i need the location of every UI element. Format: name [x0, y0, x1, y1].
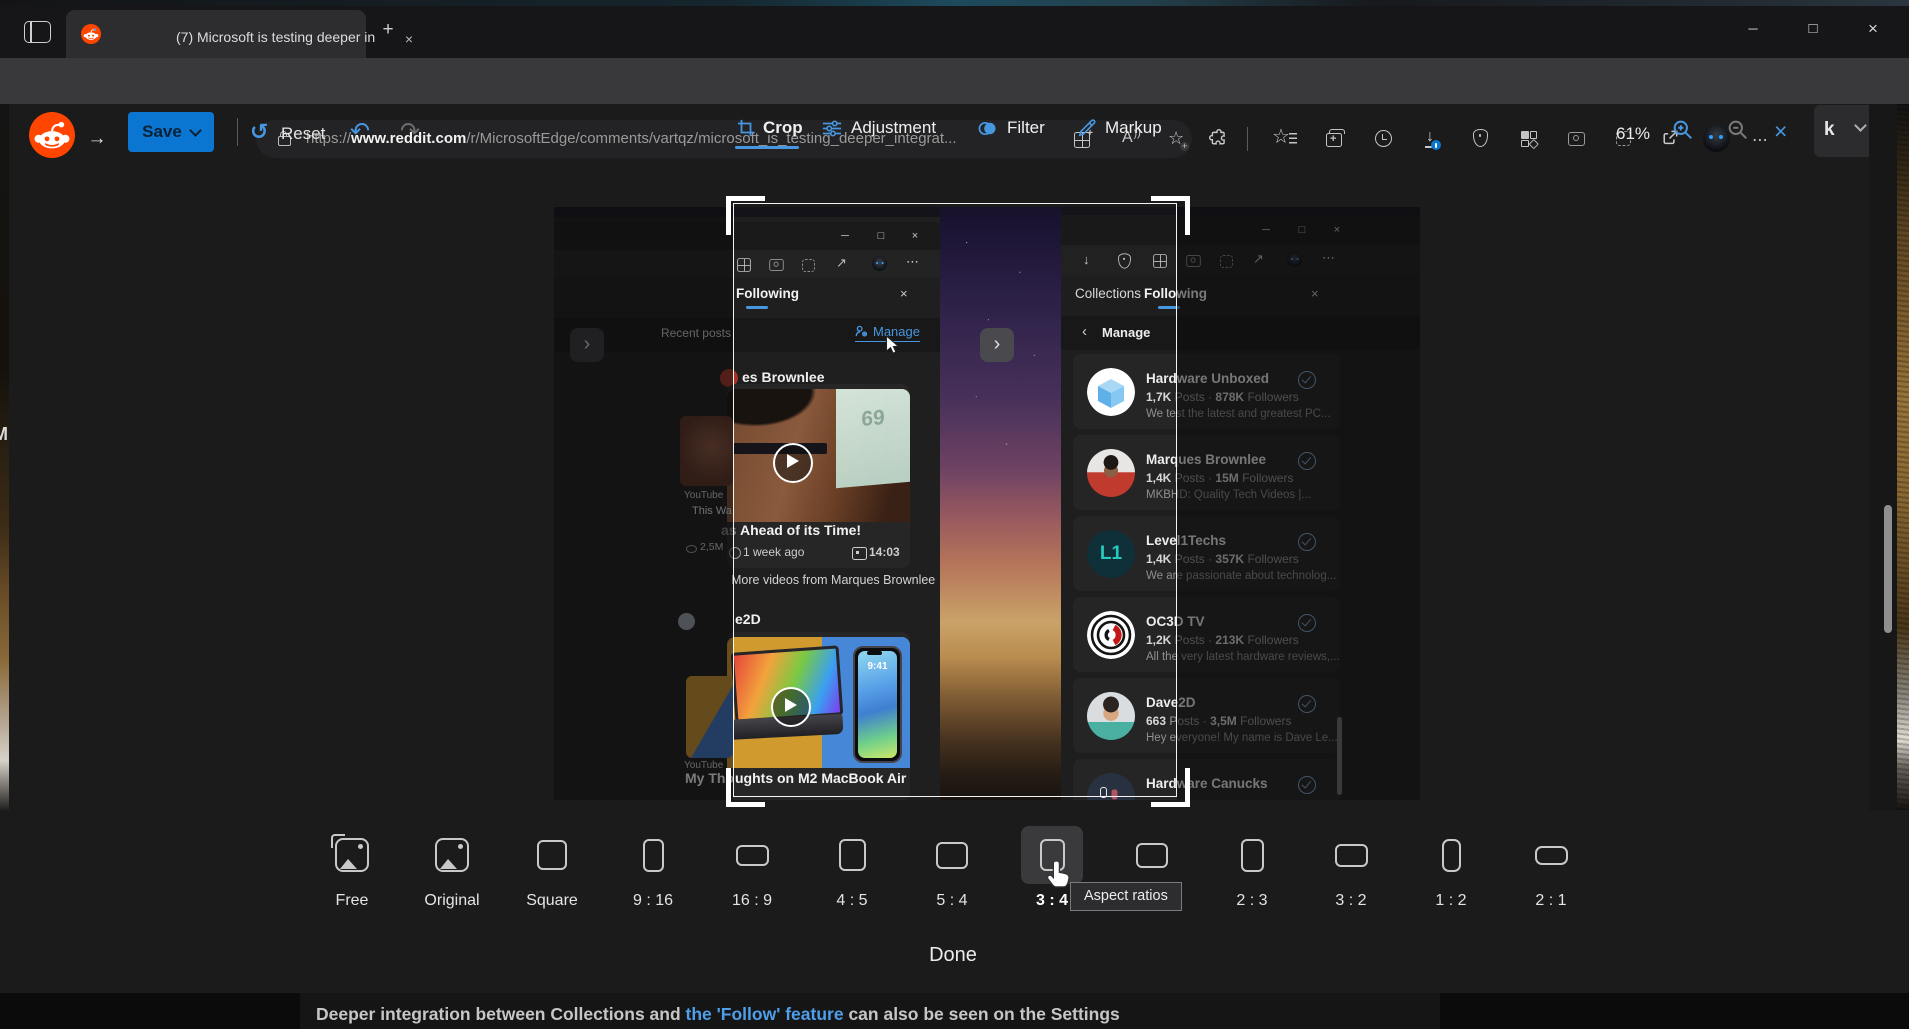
minimize-button[interactable]: ─: [1730, 12, 1776, 46]
web-capture-icon[interactable]: [1568, 132, 1585, 146]
favorites-icon[interactable]: ☆: [1272, 128, 1290, 148]
page-bottom-strip: Deeper integration between Collections a…: [0, 993, 1909, 1029]
save-dropdown-icon: [189, 124, 202, 137]
tab-adjustment[interactable]: Adjustment: [822, 118, 936, 138]
hand-cursor: [1046, 858, 1073, 894]
browser-essentials-icon[interactable]: [1473, 129, 1488, 147]
undo-button[interactable]: ↶: [350, 117, 370, 146]
tab-title: (7) Microsoft is testing deeper in: [176, 26, 388, 48]
forward-button[interactable]: →: [81, 126, 113, 152]
aspect-item-5-4[interactable]: 5 : 4: [902, 818, 1002, 914]
aspect-item-9-16[interactable]: 9 : 16: [603, 818, 703, 914]
ratio-4-3-icon: [1136, 843, 1168, 868]
close-button[interactable]: ×: [1850, 12, 1896, 46]
profile-avatar[interactable]: [1703, 125, 1730, 152]
toolbar-divider: [1247, 127, 1248, 151]
zoom-out-button[interactable]: [1727, 119, 1749, 141]
aspect-item-free[interactable]: Free: [302, 818, 402, 914]
reddit-favicon: [81, 24, 101, 44]
tab-crop[interactable]: Crop: [737, 118, 803, 138]
ratio-9-16-icon: [643, 839, 664, 872]
zoom-level: 61%: [1616, 124, 1650, 144]
dim-overlay-left: [554, 207, 733, 800]
crop-icon: [737, 119, 755, 137]
titlebar-accent: [0, 0, 1909, 6]
aspect-item-1-2[interactable]: 1 : 2: [1401, 818, 1501, 914]
page-fragment-chevron-icon: [1854, 119, 1867, 132]
tab-close-icon[interactable]: ×: [398, 28, 420, 50]
downloads-badge: [1431, 140, 1441, 150]
page-text-fragment-m: M: [0, 424, 8, 445]
ratio-2-3-icon: [1241, 839, 1264, 872]
crop-handle-bl[interactable]: [726, 768, 765, 807]
ratio-2-1-icon: [1535, 846, 1568, 865]
edge-window: (7) Microsoft is testing deeper in × + ─…: [0, 0, 1909, 1029]
aspect-item-2-3[interactable]: 2 : 3: [1202, 818, 1302, 914]
close-editor-button[interactable]: ×: [1774, 118, 1787, 145]
downloads-icon[interactable]: ↓: [1426, 129, 1434, 145]
title-bar: (7) Microsoft is testing deeper in × + ─…: [0, 0, 1909, 58]
crop-tab-underline: [735, 146, 799, 149]
tab-filter[interactable]: Filter: [977, 118, 1045, 138]
save-button[interactable]: Save: [128, 112, 214, 152]
extensions-icon[interactable]: [1208, 128, 1229, 149]
ratio-16-9-icon: [736, 845, 769, 866]
ratio-4-5-icon: [839, 839, 866, 871]
crop-handle-br[interactable]: [1151, 768, 1190, 807]
aspect-item-4-5[interactable]: 4 : 5: [802, 818, 902, 914]
page-scrollbar-track: [1869, 104, 1897, 810]
aspect-tooltip: Aspect ratios: [1070, 882, 1182, 911]
free-crop-icon: [335, 838, 369, 872]
original-ratio-icon: [435, 838, 469, 872]
collections-icon[interactable]: [1326, 133, 1342, 147]
page-content-column: Deeper integration between Collections a…: [300, 993, 1440, 1029]
settings-menu-icon[interactable]: ⋯: [1752, 130, 1769, 150]
add-favorite-icon[interactable]: ☆+: [1168, 129, 1184, 149]
ratio-5-4-icon: [936, 842, 968, 869]
square-ratio-icon: [537, 840, 567, 870]
markup-pen-icon: [1077, 119, 1096, 138]
redo-button[interactable]: ↷: [400, 117, 420, 146]
aspect-item-16-9[interactable]: 16 : 9: [702, 818, 802, 914]
follow-feature-link: the 'Follow' feature: [686, 1004, 844, 1024]
toolbar-separator: [237, 118, 238, 146]
crop-rectangle[interactable]: [733, 203, 1177, 797]
maximize-button[interactable]: □: [1790, 12, 1836, 46]
browser-tab[interactable]: (7) Microsoft is testing deeper in ×: [66, 10, 366, 58]
aspect-item-3-2[interactable]: 3 : 2: [1301, 818, 1401, 914]
navigation-bar: ← → ⌂ https://www.reddit.com/r/Microsoft…: [0, 58, 1909, 104]
crop-handle-tr[interactable]: [1151, 196, 1190, 235]
page-scrollbar-thumb[interactable]: [1884, 505, 1892, 633]
apps-icon[interactable]: [1521, 131, 1535, 145]
dim-overlay-right: [1177, 207, 1420, 800]
page-edge-image-left: [0, 104, 9, 810]
aspect-item-2-1[interactable]: 2 : 1: [1501, 818, 1601, 914]
done-button[interactable]: Done: [878, 944, 1028, 967]
page-bottom-text: Deeper integration between Collections a…: [316, 1004, 1120, 1025]
ratio-3-2-icon: [1335, 844, 1368, 867]
reset-icon: ↺: [250, 119, 268, 145]
reset-button[interactable]: Reset: [281, 124, 325, 144]
tab-markup[interactable]: Markup: [1077, 118, 1162, 138]
new-tab-button[interactable]: +: [376, 18, 400, 42]
reddit-logo: [29, 112, 75, 158]
filter-icon: [977, 119, 998, 138]
zoom-in-button[interactable]: [1672, 119, 1694, 141]
tab-actions-icon[interactable]: [24, 21, 51, 43]
address-bar[interactable]: https://www.reddit.com/r/MicrosoftEdge/c…: [256, 120, 1192, 158]
aspect-item-original[interactable]: Original: [402, 818, 502, 914]
aspect-item-square[interactable]: Square: [502, 818, 602, 914]
adjustment-icon: [822, 119, 842, 138]
ratio-1-2-icon: [1442, 839, 1461, 872]
crop-handle-tl[interactable]: [726, 196, 765, 235]
mouse-cursor-in-image: [885, 335, 900, 356]
page-text-fragment-k: k: [1824, 119, 1835, 141]
page-edge-image-right: [1897, 104, 1909, 810]
history-icon[interactable]: [1375, 130, 1392, 147]
